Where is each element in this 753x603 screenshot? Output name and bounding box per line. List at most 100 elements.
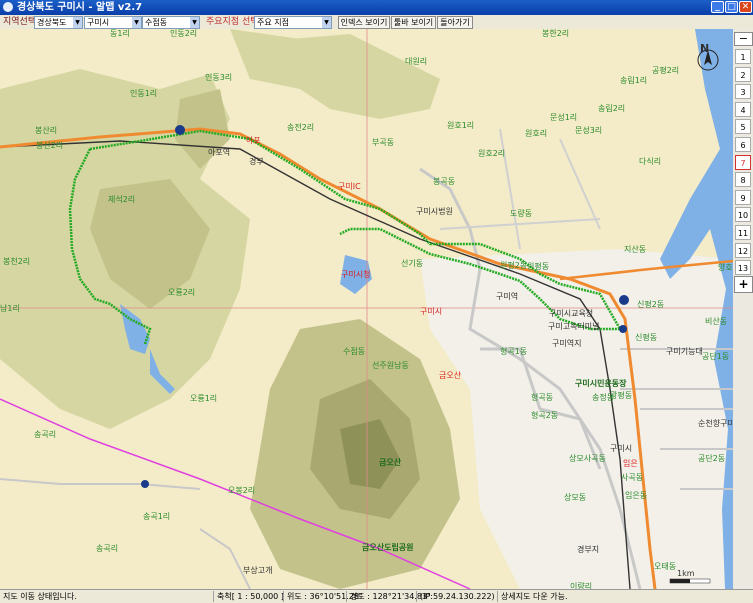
status-ip: (IP:59.24.130.222) [416, 591, 495, 602]
zoom-level-7[interactable]: 7 [735, 154, 751, 170]
status-bar: 지도 이동 상태입니다. 축척[ 1 : 50,000 ] 위도 : 36°10… [0, 589, 753, 603]
map-label: 광평동 [610, 391, 633, 400]
zoom-level-12[interactable]: 12 [735, 242, 751, 258]
map-label: 구미역지 [552, 339, 582, 348]
map-label: 경부 [249, 157, 264, 166]
map-label: 형곡2동 [531, 411, 559, 420]
map-label: 문성3리 [575, 126, 603, 135]
map-label: 남1리 [0, 304, 20, 313]
map-label: 아포 [246, 136, 261, 145]
map-label: 신평2동 [637, 300, 665, 309]
map-label: 봉천2리 [3, 257, 31, 266]
map-label: 구미시 [610, 444, 633, 453]
map-label: 공단1동 [702, 352, 730, 361]
map-label: 선기동 [401, 259, 424, 268]
map-label: 인동1리 [130, 89, 158, 98]
map-label: 오봉2리 [228, 486, 256, 495]
zoom-out-button[interactable]: − [734, 32, 753, 46]
map-label: 금오산 [439, 371, 462, 380]
maximize-button[interactable]: □ [725, 1, 738, 13]
map-label: 금오산 [379, 458, 402, 467]
map-canvas[interactable]: 동1리 인동2리 인동3리 인동1리 대원리 봉한2리 공평2리 송림1리 송림2리 문성1리 문성… [0, 29, 733, 589]
map-label: 원호1리 [447, 121, 475, 130]
map-label: 양호 [718, 263, 733, 272]
map-graphics [0, 29, 733, 589]
zoom-level-6[interactable]: 6 [735, 137, 751, 152]
map-label: 제석2리 [108, 195, 136, 204]
window-titlebar: 경상북도 구미시 - 알맵 v2.7 _ □ ✕ [0, 0, 753, 15]
map-label: 구미시민운동장 [575, 379, 627, 388]
district-select-value: 수점동 [145, 18, 168, 27]
zoom-level-8[interactable]: 8 [735, 172, 751, 188]
map-label: 1km [677, 569, 695, 578]
map-label: 문성1리 [550, 113, 578, 122]
map-label: 봉곡동 [433, 177, 456, 186]
map-label: 원평2동 [500, 261, 528, 270]
map-label: 구미시 [420, 307, 443, 316]
zoom-sidebar: − 1 2 3 4 5 6 7 8 9 10 11 12 13 + [733, 29, 753, 589]
map-label: 형곡1동 [500, 347, 528, 356]
chevron-down-icon: ▼ [322, 17, 331, 28]
map-label: 인동3리 [205, 73, 233, 82]
close-button[interactable]: ✕ [739, 1, 752, 13]
map-label: 구미기능대 [666, 347, 703, 356]
map-label: 대원리 [405, 57, 428, 66]
map-label: 공평2리 [652, 66, 680, 75]
zoom-level-13[interactable]: 13 [735, 260, 751, 276]
status-scale: 축척[ 1 : 50,000 ] [213, 591, 284, 602]
map-label: 구미IC [338, 182, 361, 191]
map-label: 비산동 [705, 317, 728, 326]
map-label: 송곡리 [34, 430, 57, 439]
map-label: 오룡1리 [190, 394, 218, 403]
map-label: 임은 [623, 459, 638, 468]
zoom-level-1[interactable]: 1 [735, 49, 751, 64]
zoom-level-11[interactable]: 11 [735, 225, 751, 240]
chevron-down-icon: ▼ [73, 17, 82, 28]
map-label: 신평동 [635, 333, 658, 342]
map-label: 인동2리 [170, 29, 198, 38]
map-label: 구미고속터미널 [548, 322, 600, 331]
map-label: 다식리 [639, 157, 662, 166]
zoom-level-5[interactable]: 5 [735, 119, 751, 135]
poi-select-value: 주요 지점 [257, 18, 289, 27]
map-label: 이량리 [570, 582, 593, 589]
map-label: 구미시청 [341, 270, 371, 279]
map-label: 아포역 [208, 148, 231, 157]
map-label: 순천향구미 [698, 419, 733, 428]
map-label: 송림1리 [620, 76, 648, 85]
map-label: 선주원남동 [372, 361, 409, 370]
zoom-level-2[interactable]: 2 [735, 66, 751, 82]
map-label: 구미시법원 [416, 207, 453, 216]
toolbar: 지역선택 경상북도 ▼ 구미시 ▼ 수점동 ▼ 주요지점 선택 주요 지점 ▼ 인덱스 … [0, 15, 753, 30]
chevron-down-icon: ▼ [132, 17, 141, 28]
map-label: 부곡동 [372, 138, 395, 147]
city-select[interactable]: 구미시 ▼ [84, 16, 142, 29]
back-button[interactable]: 돌아가기 [437, 16, 473, 29]
map-label: 송전2리 [287, 123, 315, 132]
map-label: 송곡리 [96, 544, 119, 553]
north-arrow: N [700, 42, 710, 55]
map-label: 송곡1리 [143, 512, 171, 521]
zoom-in-button[interactable]: + [734, 276, 753, 293]
district-select[interactable]: 수점동 ▼ [142, 16, 200, 29]
show-toolbar-button[interactable]: 툴바 보이기 [391, 16, 436, 29]
minimize-button[interactable]: _ [711, 1, 724, 13]
map-label: 도량동 [510, 209, 533, 218]
zoom-level-9[interactable]: 9 [735, 189, 751, 205]
zoom-level-10[interactable]: 10 [735, 207, 751, 223]
map-label: 금오산도립공원 [362, 543, 414, 552]
map-label: 송림2리 [598, 104, 626, 113]
province-select[interactable]: 경상북도 ▼ [34, 16, 83, 29]
status-message: 지도 이동 상태입니다. [3, 592, 77, 601]
map-label: 부상고개 [243, 566, 273, 575]
map-label: 원호리 [525, 129, 548, 138]
poi-select[interactable]: 주요 지점 ▼ [254, 16, 332, 29]
map-label: 원호2리 [478, 149, 506, 158]
show-index-button[interactable]: 인덱스 보이기 [338, 16, 390, 29]
map-label: 상모동 [564, 493, 587, 502]
zoom-level-4[interactable]: 4 [735, 101, 751, 117]
zoom-level-3[interactable]: 3 [735, 84, 751, 100]
map-label: 경부지 [577, 545, 600, 554]
province-select-value: 경상북도 [37, 18, 67, 27]
app-icon [3, 2, 13, 12]
